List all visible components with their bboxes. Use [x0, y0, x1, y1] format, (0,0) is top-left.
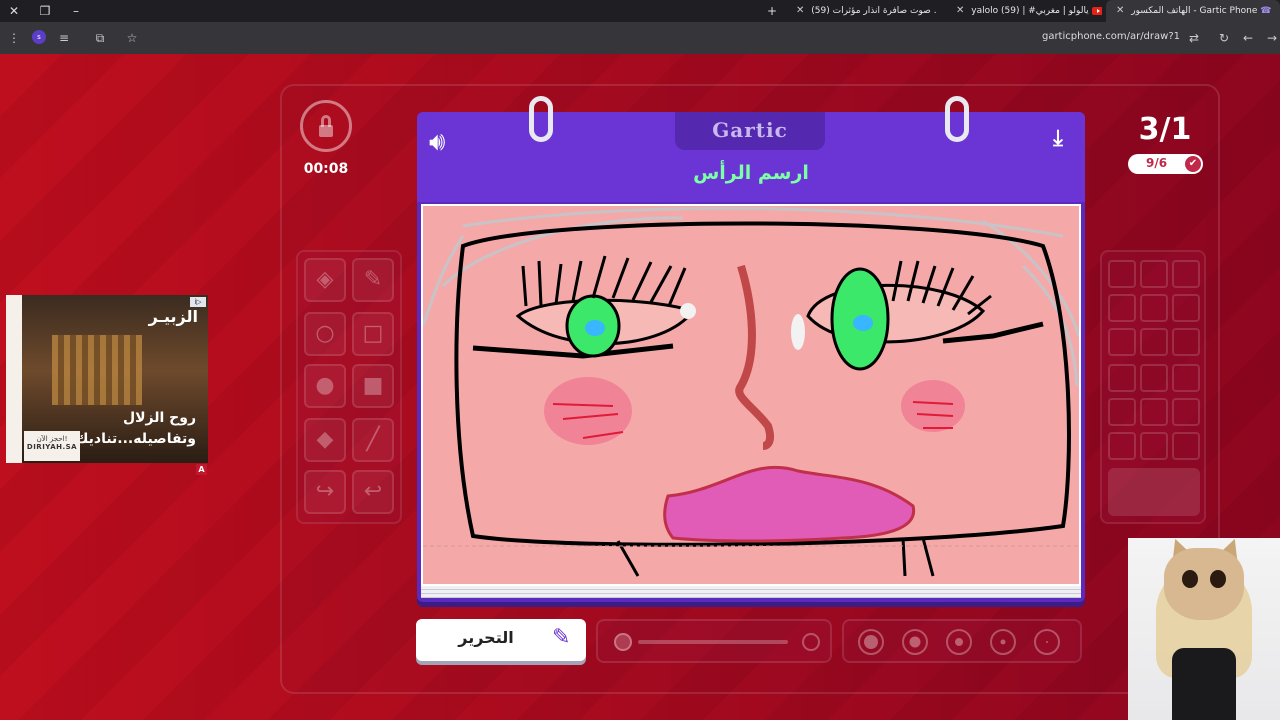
address-bar[interactable]: garticphone.com/ar/draw?1 — [1042, 31, 1180, 42]
color-palette — [1100, 250, 1206, 524]
color-swatch[interactable] — [1172, 328, 1200, 356]
download-icon[interactable]: ⤓ — [1043, 124, 1073, 156]
line-icon[interactable]: ╱ — [352, 418, 394, 462]
opacity-slider[interactable] — [596, 619, 832, 663]
binder-ring — [945, 96, 969, 142]
slider-max-handle[interactable] — [802, 633, 820, 651]
browser-toolbar: ⋮ s ≡ ⧉ ☆ garticphone.com/ar/draw?1 ⇄ ↻ … — [0, 22, 1280, 54]
reload-icon[interactable]: ↻ — [1216, 30, 1232, 46]
menu-icon[interactable]: ⋮ — [6, 30, 22, 46]
brush-size-option[interactable] — [858, 629, 884, 655]
round-counter: 3/1 — [1138, 112, 1192, 147]
timer: 00:08 — [303, 161, 349, 177]
color-swatch[interactable] — [1108, 294, 1136, 322]
speaker-icon[interactable]: 🔊︎ — [429, 126, 465, 158]
color-swatch[interactable] — [1108, 260, 1136, 288]
circle-fill-icon[interactable]: ● — [304, 364, 346, 408]
close-tab-icon[interactable]: ✕ — [956, 5, 964, 16]
close-window-icon[interactable]: ✕ — [6, 3, 22, 19]
players-done-badge: 9/6 ✔ — [1128, 154, 1203, 174]
color-swatch[interactable] — [1108, 398, 1136, 426]
binder-ring — [529, 96, 553, 142]
ad-brand: الزبيـر — [148, 307, 198, 326]
edit-button-label: التحرير — [458, 628, 514, 647]
color-swatch[interactable] — [1108, 328, 1136, 356]
color-swatch[interactable] — [1108, 364, 1136, 392]
pencil-icon[interactable]: ✎ — [352, 258, 394, 302]
ad-subline: وتفاصيله...تناديك — [75, 431, 196, 447]
done-count: 9/6 — [1146, 156, 1168, 170]
color-swatch[interactable] — [1172, 364, 1200, 392]
drawing-notebook: Gartic 🔊︎ ⤓ ارسم الرأس — [417, 96, 1085, 602]
drawing-canvas[interactable] — [421, 204, 1081, 586]
brush-size-option[interactable] — [990, 629, 1016, 655]
pen-icon: ✎ — [552, 625, 571, 650]
check-icon: ✔ — [1185, 156, 1201, 172]
tab-youtube-siren[interactable]: ✕ (59) صوت صافرة انذار مؤثرات ... — [786, 0, 936, 22]
notebook-header: Gartic 🔊︎ ⤓ ارسم الرأس — [417, 112, 1085, 202]
youtube-icon — [1091, 6, 1102, 15]
restore-window-icon[interactable]: ❐ — [37, 3, 53, 19]
adchoices-icon[interactable]: i▷ — [190, 297, 206, 307]
color-swatch[interactable] — [1140, 294, 1168, 322]
edit-button[interactable]: التحرير ✎ — [416, 619, 586, 661]
color-swatch[interactable] — [1140, 260, 1168, 288]
bookmark-star-icon[interactable]: ☆ — [124, 30, 140, 46]
ad-headline: روح الزلال — [122, 410, 196, 426]
back-icon[interactable]: → — [1264, 30, 1280, 46]
eraser-icon[interactable]: ◆ — [304, 418, 346, 462]
paper-edge — [421, 586, 1081, 598]
undo-icon[interactable]: ↩ — [352, 470, 394, 514]
color-swatch[interactable] — [1140, 432, 1168, 460]
brush-size-option[interactable] — [1034, 629, 1060, 655]
forward-icon[interactable]: ← — [1240, 30, 1256, 46]
cat-face — [1164, 548, 1244, 620]
tab-search-icon[interactable]: ≡ — [56, 30, 72, 46]
brush-size-selector — [842, 619, 1082, 663]
slider-min-handle[interactable] — [614, 633, 632, 651]
face-drawing — [421, 206, 1081, 577]
ad-cta[interactable]: احجز الآن! DIRIYAH.SA — [24, 431, 80, 461]
site-settings-icon[interactable]: ⇄ — [1186, 30, 1202, 46]
tool-palette: ◈ ✎ ○ □ ● ■ ◆ ╱ ↪ ↩ — [296, 250, 402, 524]
slider-track — [638, 640, 788, 644]
color-swatch[interactable] — [1140, 364, 1168, 392]
color-swatch[interactable] — [1140, 328, 1168, 356]
browser-tab-bar: ✕ ❐ – + ✕ (59) صوت صافرة انذار مؤثرات ..… — [0, 0, 1280, 22]
drawing-prompt: ارسم الرأس — [693, 162, 809, 184]
gartic-logo: Gartic — [712, 118, 788, 142]
close-tab-icon[interactable]: ✕ — [796, 5, 804, 16]
color-swatch[interactable] — [1172, 432, 1200, 460]
square-outline-icon[interactable]: □ — [352, 312, 394, 356]
ad-badge: A — [196, 464, 207, 475]
extension-icon[interactable]: s — [32, 30, 46, 44]
tab-gartic-phone[interactable]: ✕ الهاتف المكسور - Gartic Phone ☎ — [1106, 0, 1280, 22]
redo-icon[interactable]: ↪ — [304, 470, 346, 514]
minimize-window-icon[interactable]: – — [68, 3, 84, 19]
color-swatch[interactable] — [1172, 294, 1200, 322]
square-fill-icon[interactable]: ■ — [352, 364, 394, 408]
close-tab-icon[interactable]: ✕ — [1116, 5, 1124, 16]
tab-youtube-yalolo[interactable]: ✕ yalolo (59) | #يالولو | مغربي — [946, 0, 1102, 22]
color-swatch[interactable] — [1172, 260, 1200, 288]
logo-tab: Gartic — [675, 112, 825, 150]
color-swatch[interactable] — [1108, 432, 1136, 460]
gartic-tab-icon: ☎ — [1260, 6, 1272, 16]
brush-size-option[interactable] — [946, 629, 972, 655]
color-swatch[interactable] — [1172, 398, 1200, 426]
lock-icon[interactable] — [300, 100, 352, 152]
current-color[interactable] — [1108, 468, 1200, 516]
extensions-icon[interactable]: ⧉ — [92, 30, 108, 46]
new-tab-icon[interactable]: + — [764, 3, 780, 19]
color-swatch[interactable] — [1140, 398, 1168, 426]
circle-outline-icon[interactable]: ○ — [304, 312, 346, 356]
webcam-overlay — [1128, 538, 1280, 720]
advertisement[interactable]: i▷ الزبيـر روح الزلال وتفاصيله...تناديك … — [6, 295, 208, 463]
brush-size-option[interactable] — [902, 629, 928, 655]
bucket-icon[interactable]: ◈ — [304, 258, 346, 302]
